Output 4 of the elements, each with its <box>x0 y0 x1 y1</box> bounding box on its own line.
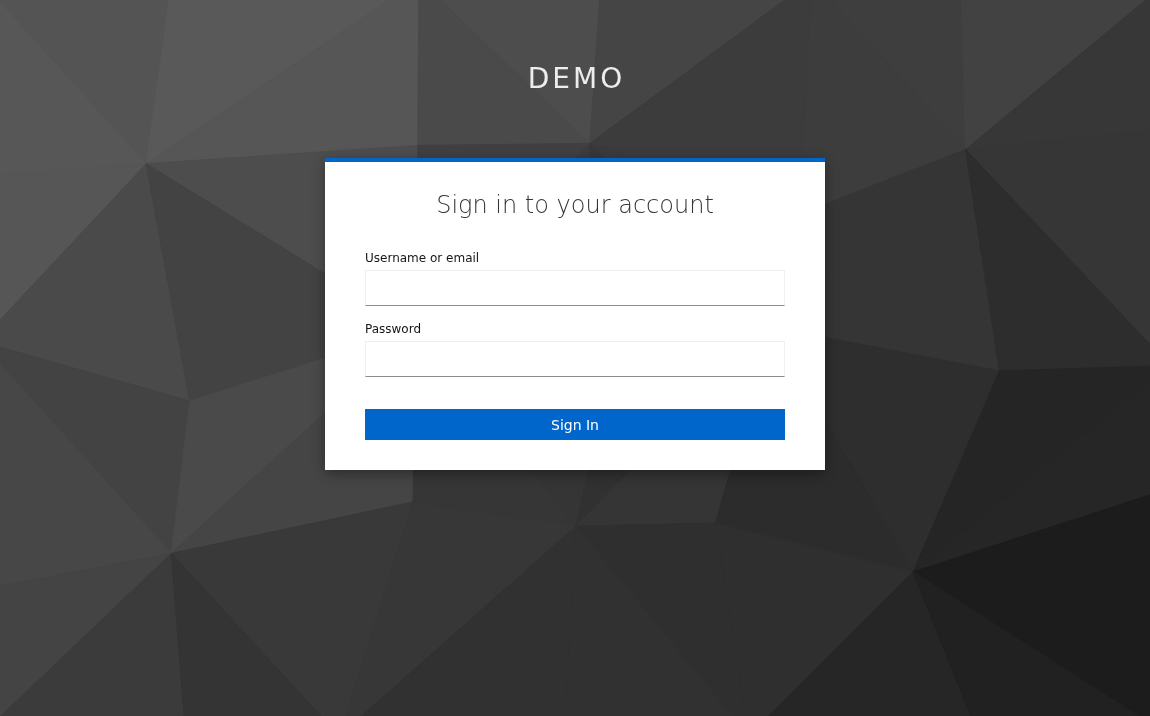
field-label: Password <box>365 322 422 337</box>
field-label: Username or email <box>365 251 480 266</box>
card-title: Sign in to your account <box>435 190 715 221</box>
brand-title: DEMO <box>527 62 626 96</box>
